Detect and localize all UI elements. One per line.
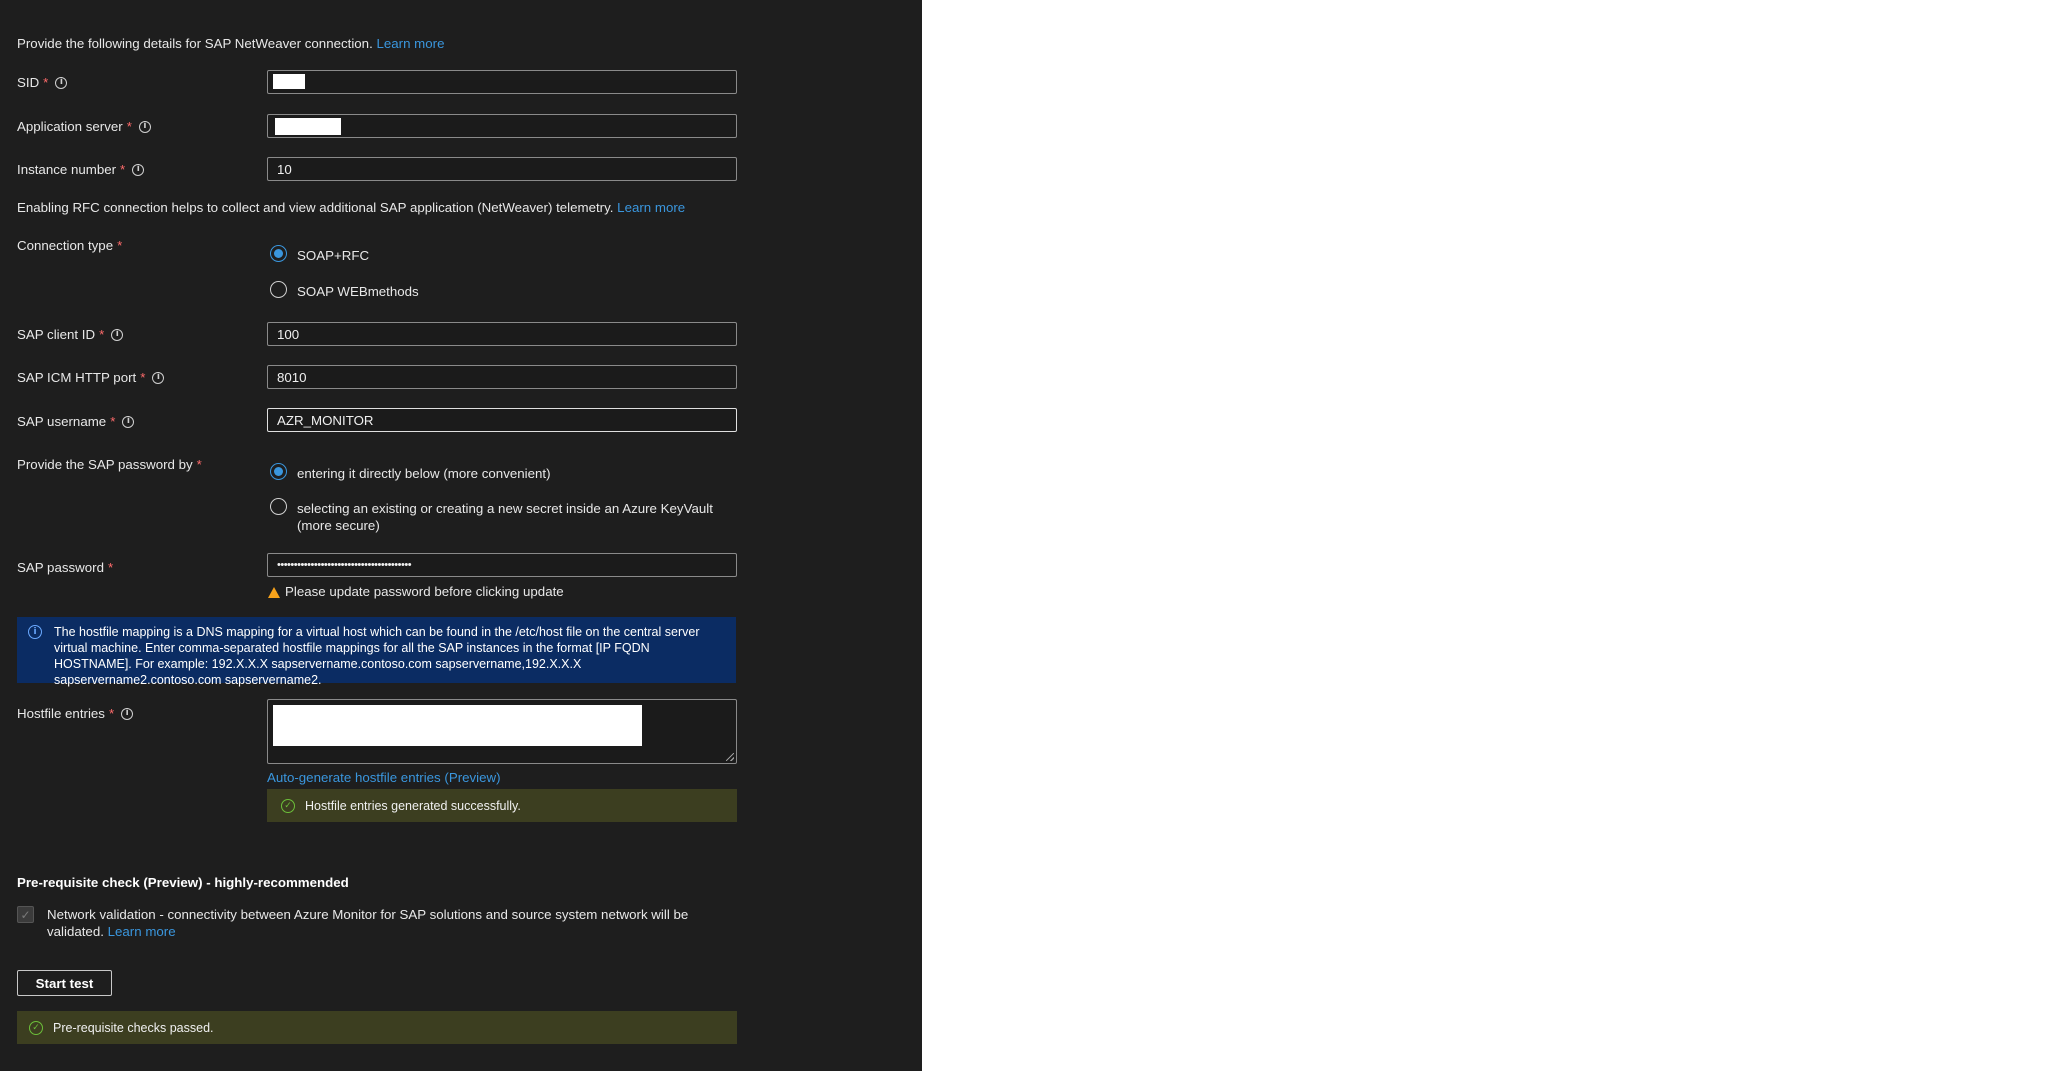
sap-netweaver-form-panel: Provide the following details for SAP Ne… [0,0,922,1071]
intro-text: Provide the following details for SAP Ne… [17,36,445,51]
info-icon[interactable]: i [152,371,165,384]
client-id-label: SAP client ID * i [17,327,124,342]
hostfile-success-banner: ✓ Hostfile entries generated successfull… [267,789,737,822]
rfc-note: Enabling RFC connection helps to collect… [17,200,686,215]
network-validation-checkbox[interactable]: ✓ [17,906,34,923]
checkmark-circle-icon: ✓ [29,1020,43,1035]
password-warning: Please update password before clicking u… [268,584,564,599]
radio-button[interactable] [270,498,287,515]
info-icon[interactable]: i [111,328,124,341]
radio-enter-directly[interactable]: entering it directly below (more conveni… [270,463,551,482]
hostfile-textarea[interactable] [267,699,737,764]
password-label: SAP password * [17,560,114,575]
info-icon[interactable]: i [122,415,135,428]
username-label: SAP username * i [17,414,135,429]
radio-soap-rfc[interactable]: SOAP+RFC [270,245,369,264]
radio-keyvault[interactable]: selecting an existing or creating a new … [270,498,713,534]
prereq-passed-banner: ✓ Pre-requisite checks passed. [17,1011,737,1044]
password-input[interactable] [267,553,737,577]
info-icon[interactable]: i [132,163,145,176]
info-icon[interactable]: i [121,707,134,720]
radio-button[interactable] [270,463,287,480]
icm-port-input[interactable] [267,365,737,389]
radio-button[interactable] [270,281,287,298]
intro-learn-more-link[interactable]: Learn more [376,36,444,51]
redacted-sid-value [273,74,305,89]
radio-button[interactable] [270,245,287,262]
client-id-input[interactable] [267,322,737,346]
redacted-hostfile-value [273,705,642,746]
network-learn-more-link[interactable]: Learn more [108,924,176,939]
redacted-app-server-value [275,118,341,135]
instance-number-input[interactable] [267,157,737,181]
resize-handle[interactable] [726,753,734,761]
sid-input[interactable] [267,70,737,94]
network-validation-text: Network validation - connectivity betwee… [47,907,689,939]
hostfile-info-banner: i The hostfile mapping is a DNS mapping … [17,617,736,687]
auto-generate-hostfile-link[interactable]: Auto-generate hostfile entries (Preview) [267,770,501,785]
connection-type-label: Connection type * [17,238,123,253]
start-test-button[interactable]: Start test [17,970,112,996]
hostfile-label: Hostfile entries * i [17,706,134,721]
info-icon: i [28,625,42,639]
radio-soap-webmethods[interactable]: SOAP WEBmethods [270,281,419,300]
username-input[interactable] [267,408,737,432]
warning-icon [268,587,280,598]
icm-port-label: SAP ICM HTTP port * i [17,370,165,385]
info-icon[interactable]: i [55,76,68,89]
checkmark-circle-icon: ✓ [281,798,295,813]
info-icon[interactable]: i [138,120,151,133]
rfc-learn-more-link[interactable]: Learn more [617,200,685,215]
password-by-label: Provide the SAP password by * [17,457,202,472]
sid-label: SID * i [17,75,68,90]
instance-number-label: Instance number * i [17,162,145,177]
prereq-title: Pre-requisite check (Preview) - highly-r… [17,875,349,890]
app-server-label: Application server * i [17,119,151,134]
